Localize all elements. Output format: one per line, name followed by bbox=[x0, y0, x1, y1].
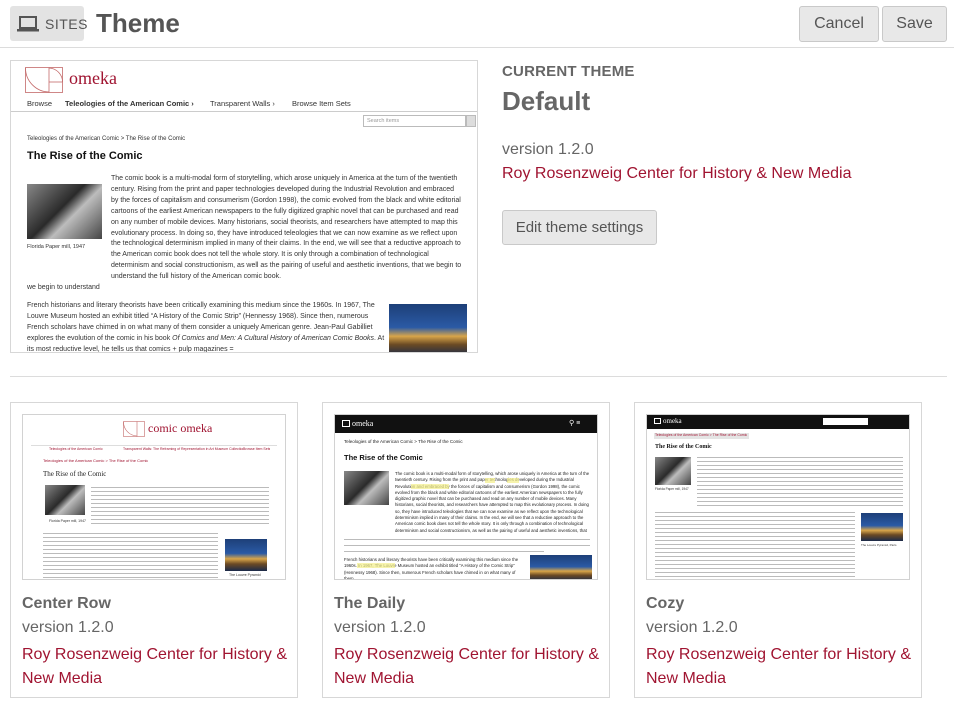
preview-photo bbox=[45, 485, 85, 515]
laptop-icon bbox=[17, 15, 39, 32]
preview-logo-text: comic omeka bbox=[148, 421, 213, 435]
theme-card-the-daily[interactable]: omeka ⚲ ≡ Teleologies of the American Co… bbox=[322, 402, 610, 698]
section-divider bbox=[10, 376, 947, 377]
preview-photo bbox=[655, 457, 691, 485]
preview-photo bbox=[344, 471, 389, 505]
preview-breadcrumb: Teleologies of the American Comic > The … bbox=[27, 136, 186, 142]
preview-highlight bbox=[357, 563, 395, 568]
preview-search-input bbox=[823, 418, 868, 425]
current-theme-screenshot: omeka Browse Teleologies of the American… bbox=[10, 60, 478, 353]
preview-nav-browse: Browse bbox=[27, 99, 53, 108]
preview-louvre-photo bbox=[389, 304, 467, 352]
preview-heading: The Rise of the Comic bbox=[27, 150, 143, 162]
edit-theme-settings-button[interactable]: Edit theme settings bbox=[502, 210, 657, 245]
preview-paragraph-1: The comic book is a multi-modal form of … bbox=[111, 175, 462, 281]
preview-logo-text: omeka bbox=[663, 417, 682, 425]
preview-breadcrumb: Teleologies of the American Comic > The … bbox=[43, 458, 149, 463]
preview-highlight bbox=[507, 478, 519, 483]
theme-name: The Daily bbox=[334, 595, 406, 612]
sites-label: SITES bbox=[45, 15, 88, 32]
preview-top-bar bbox=[335, 415, 597, 433]
current-theme-label: CURRENT THEME bbox=[502, 63, 635, 80]
theme-screenshot-cozy[interactable]: omeka Teleologies of the American Comic … bbox=[646, 414, 910, 580]
theme-author-link[interactable]: Roy Rosenzweig Center for History & New … bbox=[334, 643, 604, 691]
theme-version: version 1.2.0 bbox=[334, 619, 426, 636]
preview-heading: The Rise of the Comic bbox=[344, 453, 423, 462]
preview-logo-text: omeka bbox=[352, 419, 374, 428]
preview-search-icon bbox=[466, 115, 476, 127]
current-theme-author-link[interactable]: Roy Rosenzweig Center for History & New … bbox=[502, 165, 851, 183]
preview-paper-mill-photo bbox=[27, 184, 102, 239]
preview-highlight bbox=[411, 484, 449, 489]
page-title: Theme bbox=[96, 8, 180, 38]
preview-search-input: Search items bbox=[363, 115, 466, 127]
preview-nav-2: Transparent Walls: The Reframing of Repr… bbox=[123, 447, 243, 451]
save-button[interactable]: Save bbox=[882, 6, 947, 42]
theme-author-link[interactable]: Roy Rosenzweig Center for History & New … bbox=[646, 643, 916, 691]
sites-button[interactable]: SITES bbox=[10, 6, 87, 41]
preview-highlight bbox=[485, 478, 495, 483]
preview-nav-1: Teleologies of the American Comic bbox=[49, 447, 103, 451]
preview-nav-transparent: Transparent Walls › bbox=[210, 99, 275, 108]
preview-photo-caption: Florida Paper mill, 1947 bbox=[27, 244, 86, 250]
theme-screenshot-the-daily[interactable]: omeka ⚲ ≡ Teleologies of the American Co… bbox=[334, 414, 598, 580]
theme-screenshot-center-row[interactable]: comic omeka Teleologies of the American … bbox=[22, 414, 286, 580]
preview-heading: The Rise of the Comic bbox=[43, 470, 107, 478]
theme-card-cozy[interactable]: omeka Teleologies of the American Comic … bbox=[634, 402, 922, 698]
theme-version: version 1.2.0 bbox=[646, 619, 738, 636]
preview-logo-text: omeka bbox=[69, 68, 117, 88]
cancel-button[interactable]: Cancel bbox=[799, 6, 879, 42]
preview-caption-2: The Louvre Pyramid, Paris bbox=[861, 543, 897, 547]
preview-nav-divider bbox=[11, 111, 477, 112]
preview-logo-mark bbox=[342, 420, 350, 427]
preview-nav-itemsets: Browse Item Sets bbox=[292, 99, 351, 108]
preview-paragraph-1-tail: we begin to understand bbox=[27, 284, 100, 291]
preview-caption-2: The Louvre Pyramid bbox=[229, 573, 261, 577]
preview-breadcrumb: Teleologies of the American Comic > The … bbox=[344, 439, 463, 444]
preview-louvre-photo bbox=[225, 539, 267, 571]
preview-nav-3: Browse Item Sets bbox=[243, 447, 271, 451]
preview-breadcrumb: Teleologies of the American Comic > The … bbox=[655, 433, 748, 437]
preview-logo-mark bbox=[654, 418, 661, 424]
page-header: SITES Theme Cancel Save bbox=[0, 0, 954, 48]
preview-nav-teleologies: Teleologies of the American Comic › bbox=[65, 99, 194, 108]
theme-card-center-row[interactable]: comic omeka Teleologies of the American … bbox=[10, 402, 298, 698]
golden-spiral-logo-icon bbox=[25, 67, 63, 93]
preview-menu-icons: ⚲ ≡ bbox=[569, 420, 581, 427]
preview-heading: The Rise of the Comic bbox=[655, 444, 712, 450]
preview-paragraph-2: French historians and literary theorists… bbox=[27, 302, 385, 353]
preview-caption: Florida Paper mill, 1947 bbox=[655, 487, 689, 491]
preview-paragraph-2: French historians and literary theorists… bbox=[344, 557, 519, 580]
theme-version: version 1.2.0 bbox=[22, 619, 114, 636]
golden-spiral-logo-icon bbox=[123, 421, 145, 437]
theme-name: Cozy bbox=[646, 595, 685, 612]
theme-author-link[interactable]: Roy Rosenzweig Center for History & New … bbox=[22, 643, 292, 691]
preview-top-bar bbox=[647, 415, 909, 429]
preview-louvre-photo bbox=[861, 513, 903, 541]
preview-louvre-photo bbox=[530, 555, 592, 579]
current-theme-name: Default bbox=[502, 86, 591, 116]
theme-name: Center Row bbox=[22, 595, 111, 612]
current-theme-version: version 1.2.0 bbox=[502, 141, 594, 158]
preview-caption: Florida Paper mill, 1947 bbox=[49, 519, 86, 523]
